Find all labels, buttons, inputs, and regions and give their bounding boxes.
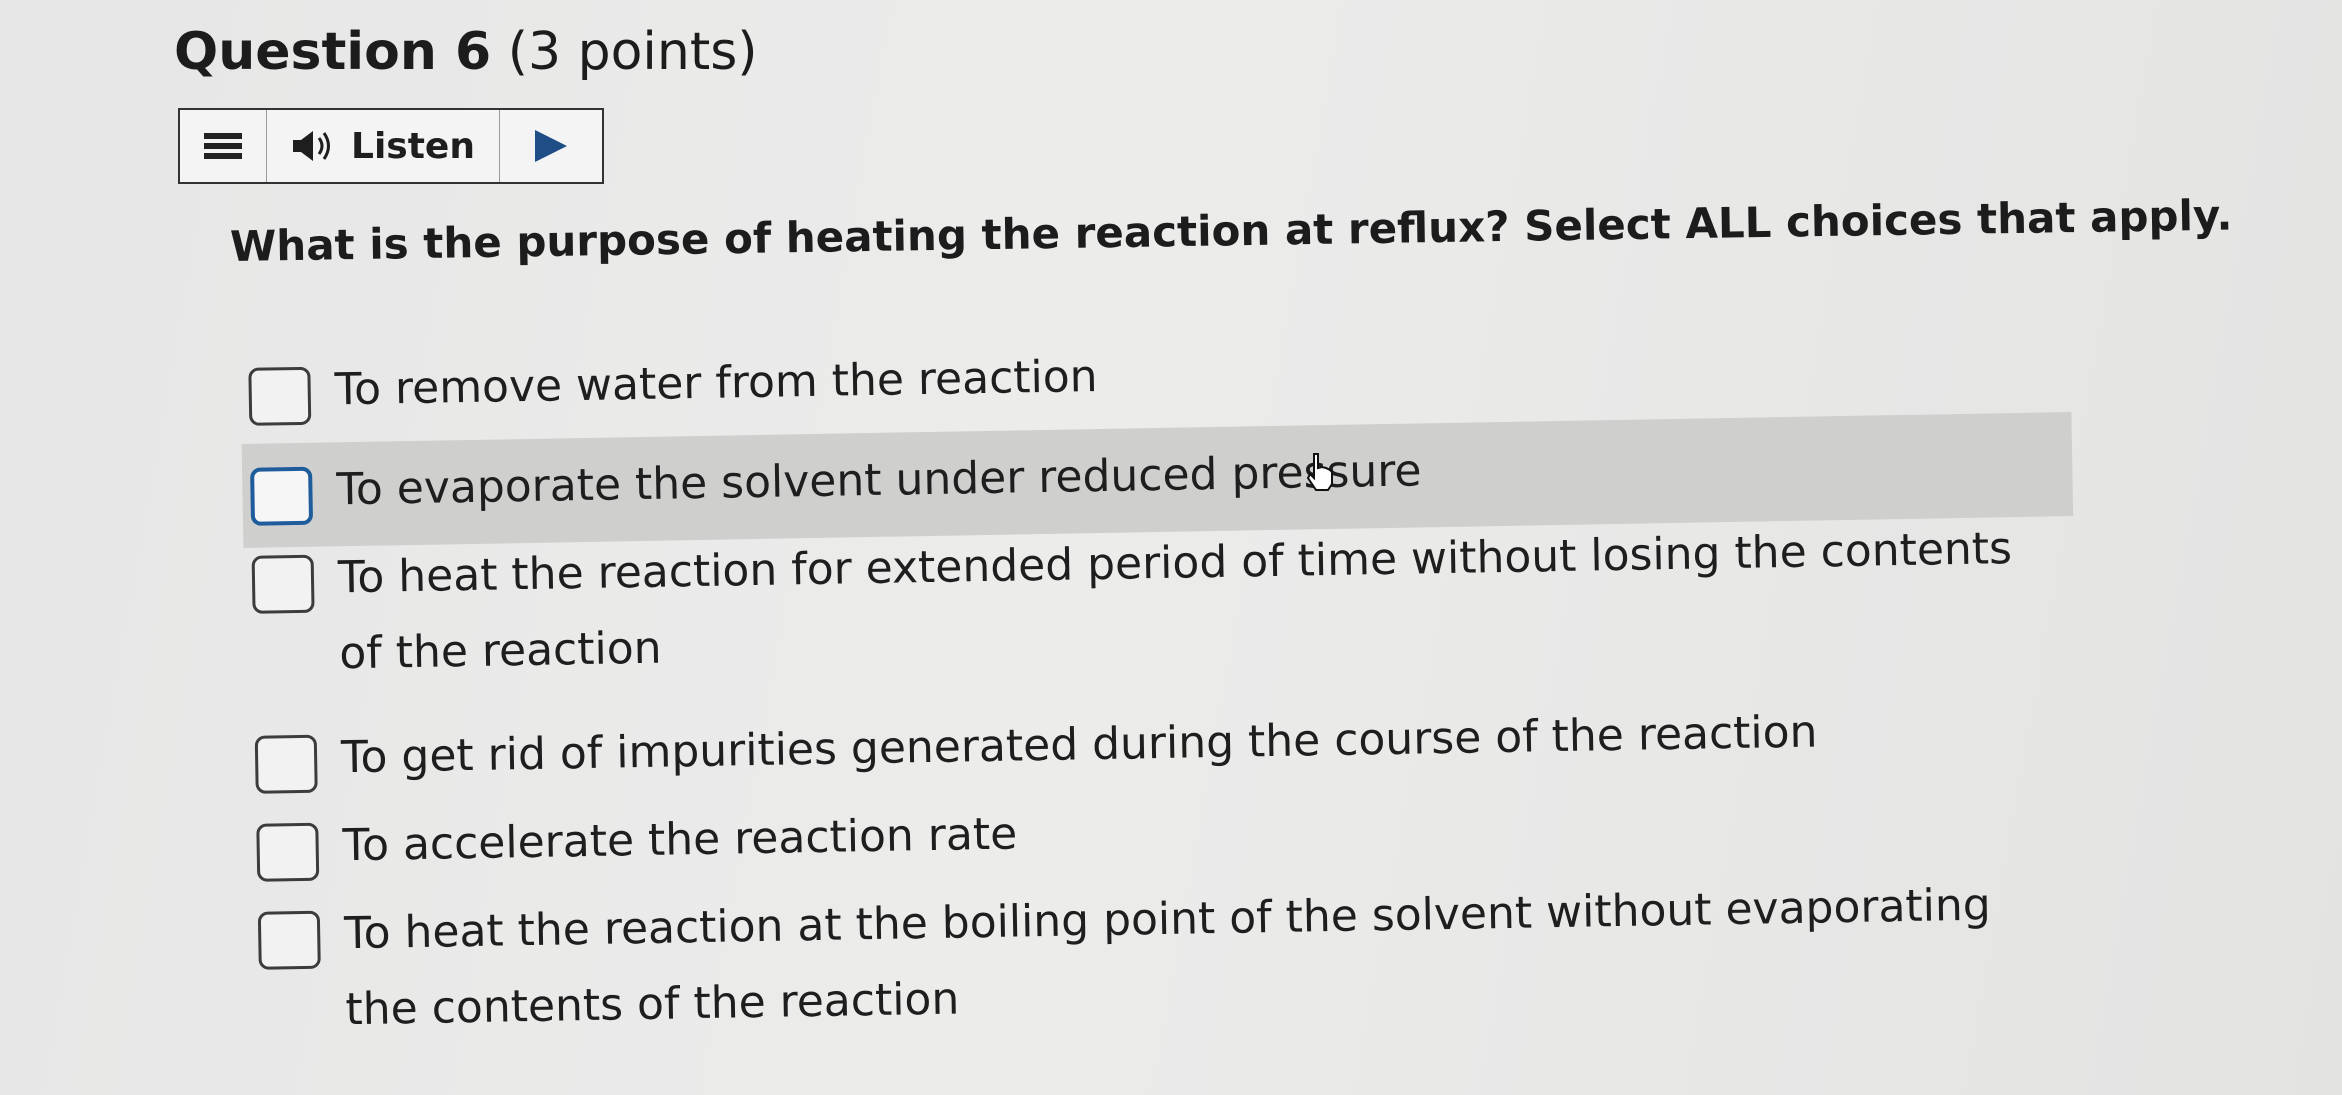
play-button[interactable] (500, 110, 602, 182)
listen-label: Listen (351, 125, 475, 167)
question-points: (3 points) (507, 22, 758, 82)
menu-icon (204, 133, 242, 159)
choice-6[interactable]: To heat the reaction at the boiling poin… (250, 872, 2082, 1060)
choice-2-checkbox[interactable] (250, 466, 314, 526)
question-header: Question 6 (3 points) (174, 22, 758, 82)
choice-3[interactable]: To heat the reaction for extended period… (243, 516, 2076, 724)
read-aloud-toolbar: Listen (178, 108, 604, 184)
choice-2-label: To evaporate the solvent under reduced p… (336, 445, 1422, 516)
read-aloud-menu-button[interactable] (180, 110, 267, 182)
hand-pointer-icon (1306, 453, 1333, 491)
choice-5-checkbox[interactable] (256, 822, 320, 882)
choice-6-label: To heat the reaction at the boiling poin… (343, 879, 1992, 1036)
choice-4-checkbox[interactable] (254, 734, 318, 794)
speaker-icon (293, 131, 331, 161)
choice-3-label: To heat the reaction for extended period… (337, 523, 2013, 680)
answer-choices: To remove water from the reaction To eva… (240, 318, 2082, 1060)
question-number: Question 6 (174, 22, 492, 82)
choice-3-checkbox[interactable] (251, 554, 315, 614)
choice-6-checkbox[interactable] (257, 910, 321, 970)
listen-button[interactable]: Listen (267, 110, 500, 182)
play-icon (535, 130, 567, 162)
choice-1-checkbox[interactable] (248, 366, 312, 426)
choice-5-label: To accelerate the reaction rate (342, 808, 1018, 872)
question-prompt: What is the purpose of heating the react… (229, 190, 2233, 271)
choice-1-label: To remove water from the reaction (334, 351, 1098, 416)
quiz-page: Question 6 (3 points) Listen What is the… (0, 0, 2342, 1095)
